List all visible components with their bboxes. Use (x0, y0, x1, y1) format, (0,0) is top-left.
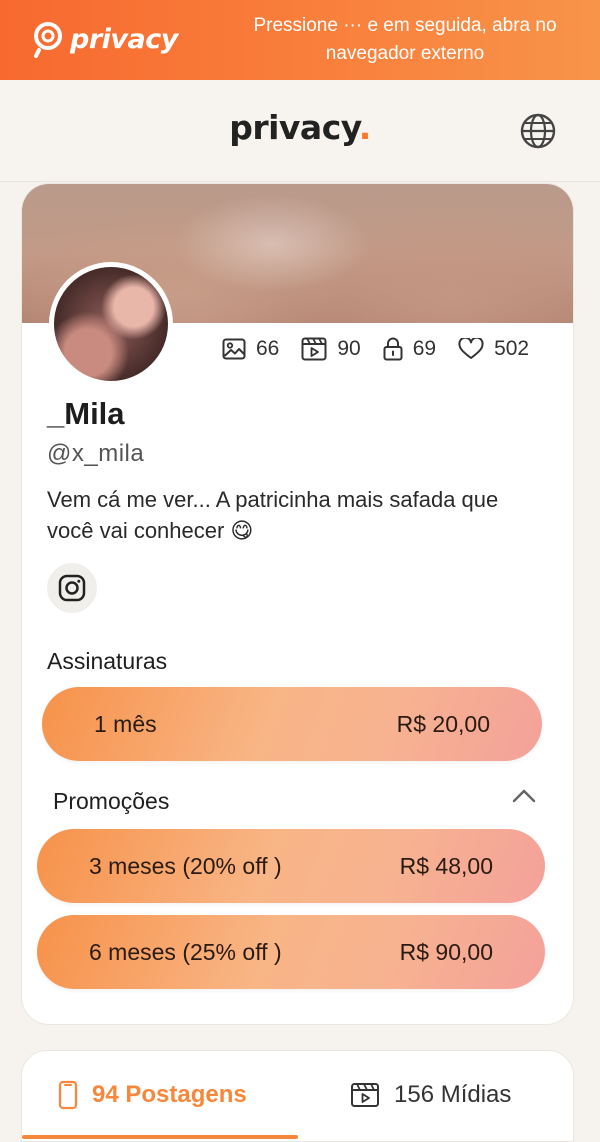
tab-posts[interactable]: 94 Postagens (58, 1051, 247, 1139)
stat-likes: 502 (458, 337, 529, 361)
plan-price: R$ 90,00 (399, 938, 493, 965)
phone-icon (58, 1080, 78, 1110)
photos-count: 66 (256, 337, 280, 360)
subscriptions-title: Assinaturas (47, 648, 168, 674)
videos-count: 90 (337, 337, 361, 360)
profile-card: 66 90 69 502 _Mila @x_mila Vem cá me ver… (21, 183, 574, 1025)
video-icon (301, 337, 327, 361)
top-header: privacy. (0, 80, 600, 182)
brand-dot: . (358, 108, 372, 147)
active-tab-indicator (22, 1135, 298, 1139)
plan-label: 1 mês (94, 710, 157, 737)
banner-logo: privacy (30, 20, 178, 58)
image-icon (222, 338, 246, 360)
brand-logo[interactable]: privacy. (0, 108, 600, 147)
promotions-title: Promoções (53, 788, 170, 814)
profile-handle: @x_mila (47, 440, 145, 467)
lock-icon (383, 337, 403, 361)
profile-stats: 66 90 69 502 (222, 337, 529, 361)
globe-icon (520, 113, 556, 149)
stat-locked: 69 (383, 337, 436, 361)
privacy-logo-icon (34, 22, 62, 58)
locked-count: 69 (412, 337, 437, 360)
profile-name: _Mila (47, 396, 125, 431)
instagram-icon (58, 574, 86, 602)
chevron-up-icon (512, 789, 536, 803)
plan-6-months-button[interactable]: 6 meses (25% off ) R$ 90,00 (37, 915, 545, 989)
instagram-link[interactable] (47, 563, 97, 613)
promotions-collapse-toggle[interactable] (512, 788, 536, 809)
plan-3-months-button[interactable]: 3 meses (20% off ) R$ 48,00 (37, 829, 545, 903)
heart-icon (458, 338, 484, 359)
plan-price: R$ 48,00 (399, 852, 493, 879)
content-tabs: 94 Postagens 156 Mídias (21, 1050, 574, 1142)
banner-message: Pressione ··· e em seguida, abra no nave… (253, 15, 557, 64)
plan-price: R$ 20,00 (396, 710, 490, 737)
plan-label: 6 meses (25% off ) (89, 938, 282, 965)
plan-label: 3 meses (20% off ) (89, 852, 282, 879)
tab-media[interactable]: 156 Mídias (350, 1051, 511, 1139)
video-icon (351, 1083, 379, 1107)
open-external-banner: privacy Pressione ··· e em seguida, abra… (0, 0, 600, 80)
profile-bio: Vem cá me ver... A patricinha mais safad… (47, 487, 499, 543)
avatar[interactable] (49, 262, 173, 386)
banner-logo-text: privacy (70, 23, 178, 55)
stat-videos: 90 (301, 337, 361, 361)
brand-text: privacy (229, 108, 359, 147)
tab-posts-label: 94 Postagens (92, 1081, 247, 1108)
tab-media-label: 156 Mídias (394, 1081, 512, 1108)
likes-count: 502 (494, 337, 530, 360)
avatar-image (54, 267, 168, 381)
language-button[interactable] (519, 112, 557, 150)
plan-1-month-button[interactable]: 1 mês R$ 20,00 (42, 687, 542, 761)
stat-photos: 66 (222, 337, 279, 361)
